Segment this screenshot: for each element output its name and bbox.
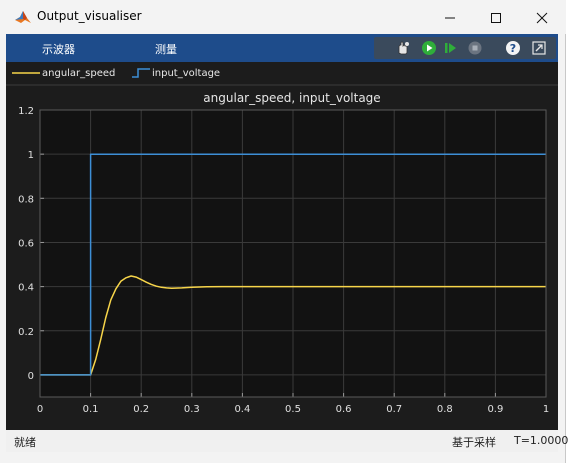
step-forward-icon <box>445 43 456 53</box>
undock-icon <box>532 41 546 55</box>
y-tick-label: 0.8 <box>18 194 34 205</box>
x-tick-label: 0.7 <box>386 404 402 415</box>
status-bar: 就绪 基于采样 T=1.0000 <box>6 430 568 452</box>
config-button[interactable] <box>394 39 412 57</box>
menu-oscilloscope[interactable]: 示波器 <box>42 41 75 57</box>
menu-measurement[interactable]: 测量 <box>155 41 177 57</box>
help-button[interactable]: ? <box>504 39 522 57</box>
x-tick-label: 0.3 <box>184 404 200 415</box>
scope-window: Output_visualiser 示波器 测量 ? angular_speed… <box>0 0 568 463</box>
legend-step-swatch <box>132 68 150 78</box>
close-button[interactable] <box>519 4 565 32</box>
config-icon <box>398 41 409 55</box>
x-tick-label: 0.1 <box>83 404 99 415</box>
step-forward-button[interactable] <box>442 39 460 57</box>
x-tick-label: 0 <box>37 404 43 415</box>
legend-line-swatch <box>12 72 40 74</box>
legend-item-angular-speed[interactable]: angular_speed <box>12 62 115 84</box>
plot-panel: angular_speed, input_voltage 0 0.1 0.2 0.3 0… <box>6 86 558 430</box>
window-title: Output_visualiser <box>37 9 142 23</box>
status-time: T=1.0000 <box>514 434 569 447</box>
minimize-button[interactable] <box>427 4 473 32</box>
y-tick-label: 0.6 <box>18 238 34 249</box>
undock-button[interactable] <box>530 39 548 57</box>
maximize-icon <box>491 13 501 23</box>
x-tick-label: 0.4 <box>234 404 250 415</box>
legend: angular_speed input_voltage <box>6 62 558 84</box>
y-tick-label: 0 <box>28 371 34 382</box>
run-icon <box>422 41 436 55</box>
y-tick-label: 1.2 <box>18 106 34 117</box>
run-button[interactable] <box>420 39 438 57</box>
legend-label: input_voltage <box>152 67 221 79</box>
y-tick-label: 0.2 <box>18 327 34 338</box>
title-bar[interactable]: Output_visualiser <box>0 0 566 34</box>
legend-label: angular_speed <box>42 67 116 79</box>
x-tick-label: 1 <box>543 404 549 415</box>
plot-title: angular_speed, input_voltage <box>203 91 380 105</box>
x-tick-label: 0.8 <box>437 404 453 415</box>
x-tick-label: 0.5 <box>285 404 301 415</box>
y-tick-label: 1 <box>28 150 34 161</box>
help-icon: ? <box>506 41 520 55</box>
close-icon <box>536 12 548 24</box>
legend-item-input-voltage[interactable]: input_voltage <box>132 62 220 84</box>
stop-button[interactable] <box>466 39 484 57</box>
tool-buttons: ? <box>374 37 556 59</box>
y-tick-label: 0.4 <box>18 283 34 294</box>
scope-plot[interactable]: angular_speed, input_voltage 0 0.1 0.2 0.3 0… <box>6 86 558 430</box>
toolstrip: 示波器 测量 ? <box>6 34 558 62</box>
x-tick-label: 0.9 <box>487 404 503 415</box>
matlab-logo-icon <box>15 11 31 23</box>
svg-text:?: ? <box>510 42 516 55</box>
status-ready: 就绪 <box>14 436 36 449</box>
x-tick-label: 0.6 <box>336 404 352 415</box>
maximize-button[interactable] <box>473 4 519 32</box>
x-tick-label: 0.2 <box>133 404 149 415</box>
stop-icon <box>468 41 482 55</box>
minimize-icon <box>445 17 455 19</box>
status-sample-mode: 基于采样 <box>452 436 496 449</box>
